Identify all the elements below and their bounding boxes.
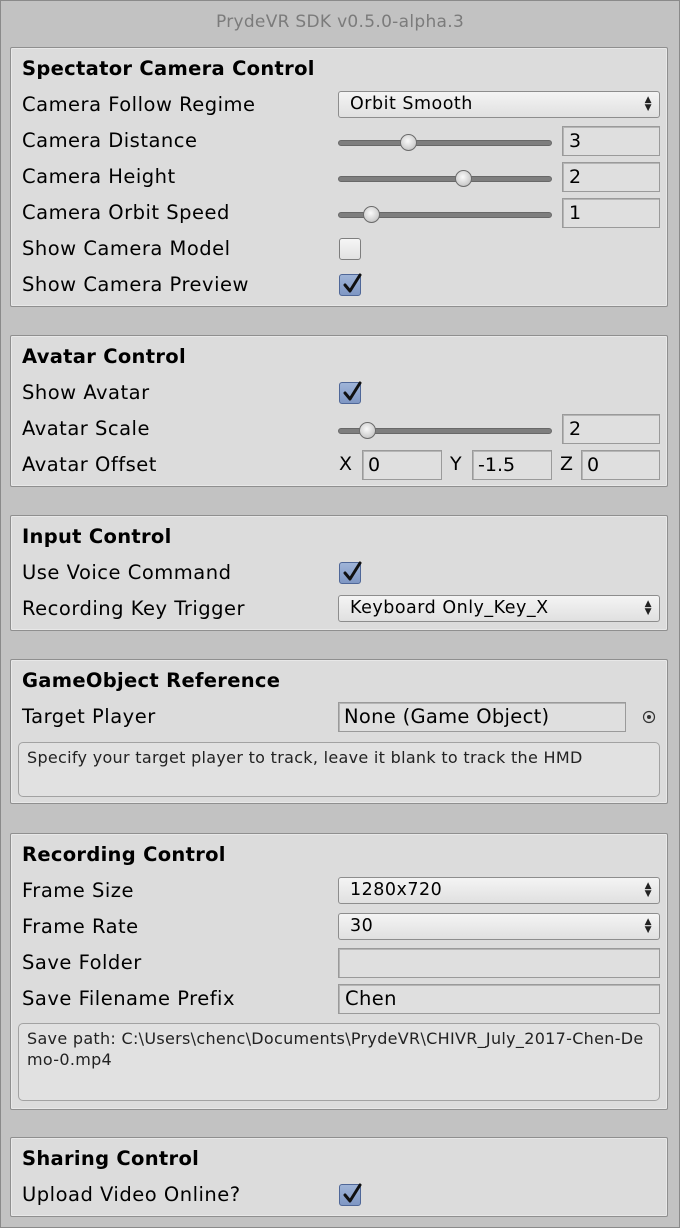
save-folder-field[interactable] — [338, 948, 660, 978]
save-folder-label: Save Folder — [22, 951, 142, 974]
show-avatar-label: Show Avatar — [22, 381, 150, 404]
frame-rate-label: Frame Rate — [22, 915, 139, 938]
spectator-camera-section: Spectator Camera Control Camera Follow R… — [10, 47, 668, 307]
camera-height-slider[interactable] — [338, 176, 552, 182]
dropdown-arrows-icon: ▲ ▼ — [644, 917, 652, 935]
object-picker-icon[interactable] — [642, 710, 656, 724]
frame-size-label: Frame Size — [22, 879, 134, 902]
show-camera-model-label: Show Camera Model — [22, 237, 231, 260]
target-player-label: Target Player — [22, 705, 156, 728]
camera-distance-label: Camera Distance — [22, 129, 198, 152]
frame-rate-dropdown[interactable]: 30 ▲ ▼ — [338, 913, 660, 940]
dropdown-arrows-icon: ▲ ▼ — [644, 599, 652, 617]
camera-height-field[interactable]: 2 — [562, 162, 660, 192]
show-camera-preview-checkbox[interactable] — [339, 273, 362, 296]
recording-control-section: Recording Control Frame Size 1280x720 ▲ ▼… — [10, 833, 668, 1110]
section-title: GameObject Reference — [22, 669, 281, 692]
camera-height-label: Camera Height — [22, 165, 176, 188]
dropdown-value: 30 — [350, 916, 374, 936]
use-voice-command-label: Use Voice Command — [22, 561, 232, 584]
avatar-scale-label: Avatar Scale — [22, 417, 150, 440]
use-voice-command-checkbox[interactable] — [339, 561, 362, 584]
dropdown-value: Keyboard Only_Key_X — [350, 598, 549, 618]
save-filename-prefix-label: Save Filename Prefix — [22, 987, 236, 1010]
upload-video-online-label: Upload Video Online? — [22, 1183, 241, 1206]
recording-key-trigger-dropdown[interactable]: Keyboard Only_Key_X ▲ ▼ — [338, 595, 660, 622]
sdk-version-title: PrydeVR SDK v0.5.0-alpha.3 — [215, 12, 465, 32]
target-player-help-box: Specify your target player to track, lea… — [18, 742, 660, 797]
target-player-field[interactable]: None (Game Object) — [338, 702, 626, 732]
section-title: Sharing Control — [22, 1147, 200, 1170]
section-title: Recording Control — [22, 843, 226, 866]
offset-x-field[interactable]: 0 — [362, 450, 442, 480]
dropdown-value: 1280x720 — [350, 880, 443, 900]
show-avatar-checkbox[interactable] — [339, 381, 362, 404]
offset-y-field[interactable]: -1.5 — [472, 450, 552, 480]
offset-y-label: Y — [450, 453, 462, 475]
recording-key-trigger-label: Recording Key Trigger — [22, 597, 246, 620]
input-control-section: Input Control Use Voice Command Recordin… — [10, 515, 668, 631]
frame-size-dropdown[interactable]: 1280x720 ▲ ▼ — [338, 877, 660, 904]
show-camera-model-checkbox[interactable] — [339, 238, 361, 260]
checkmark-icon — [343, 561, 362, 581]
offset-x-label: X — [339, 453, 353, 475]
camera-orbit-speed-label: Camera Orbit Speed — [22, 201, 230, 224]
camera-orbit-speed-slider-thumb[interactable] — [363, 206, 381, 223]
avatar-scale-slider-thumb[interactable] — [359, 422, 377, 439]
offset-z-label: Z — [560, 453, 574, 475]
checkmark-icon — [343, 273, 362, 293]
upload-video-online-checkbox[interactable] — [339, 1183, 362, 1206]
checkmark-icon — [343, 381, 362, 401]
camera-distance-field[interactable]: 3 — [562, 126, 660, 156]
camera-distance-slider[interactable] — [338, 140, 552, 146]
avatar-offset-label: Avatar Offset — [22, 453, 157, 476]
save-path-help-box: Save path: C:\Users\chenc\Documents\Pryd… — [18, 1023, 660, 1101]
dropdown-arrows-icon: ▲ ▼ — [644, 95, 652, 113]
offset-z-field[interactable]: 0 — [581, 450, 660, 480]
section-title: Avatar Control — [22, 345, 186, 368]
dropdown-arrows-icon: ▲ ▼ — [644, 881, 652, 899]
camera-distance-slider-thumb[interactable] — [400, 134, 418, 151]
show-camera-preview-label: Show Camera Preview — [22, 273, 249, 296]
sharing-control-section: Sharing Control Upload Video Online? — [10, 1137, 668, 1217]
dropdown-value: Orbit Smooth — [350, 94, 473, 114]
section-title: Spectator Camera Control — [22, 57, 315, 80]
camera-orbit-speed-field[interactable]: 1 — [562, 198, 660, 228]
section-title: Input Control — [22, 525, 172, 548]
gameobject-reference-section: GameObject Reference Target Player None … — [10, 659, 668, 804]
save-filename-prefix-field[interactable]: Chen — [338, 984, 660, 1014]
avatar-scale-field[interactable]: 2 — [562, 414, 660, 444]
camera-follow-label: Camera Follow Regime — [22, 93, 256, 116]
checkmark-icon — [343, 1183, 362, 1203]
camera-follow-dropdown[interactable]: Orbit Smooth ▲ ▼ — [338, 91, 660, 118]
camera-height-slider-thumb[interactable] — [455, 170, 472, 187]
avatar-control-section: Avatar Control Show Avatar Avatar Scale … — [10, 335, 668, 487]
